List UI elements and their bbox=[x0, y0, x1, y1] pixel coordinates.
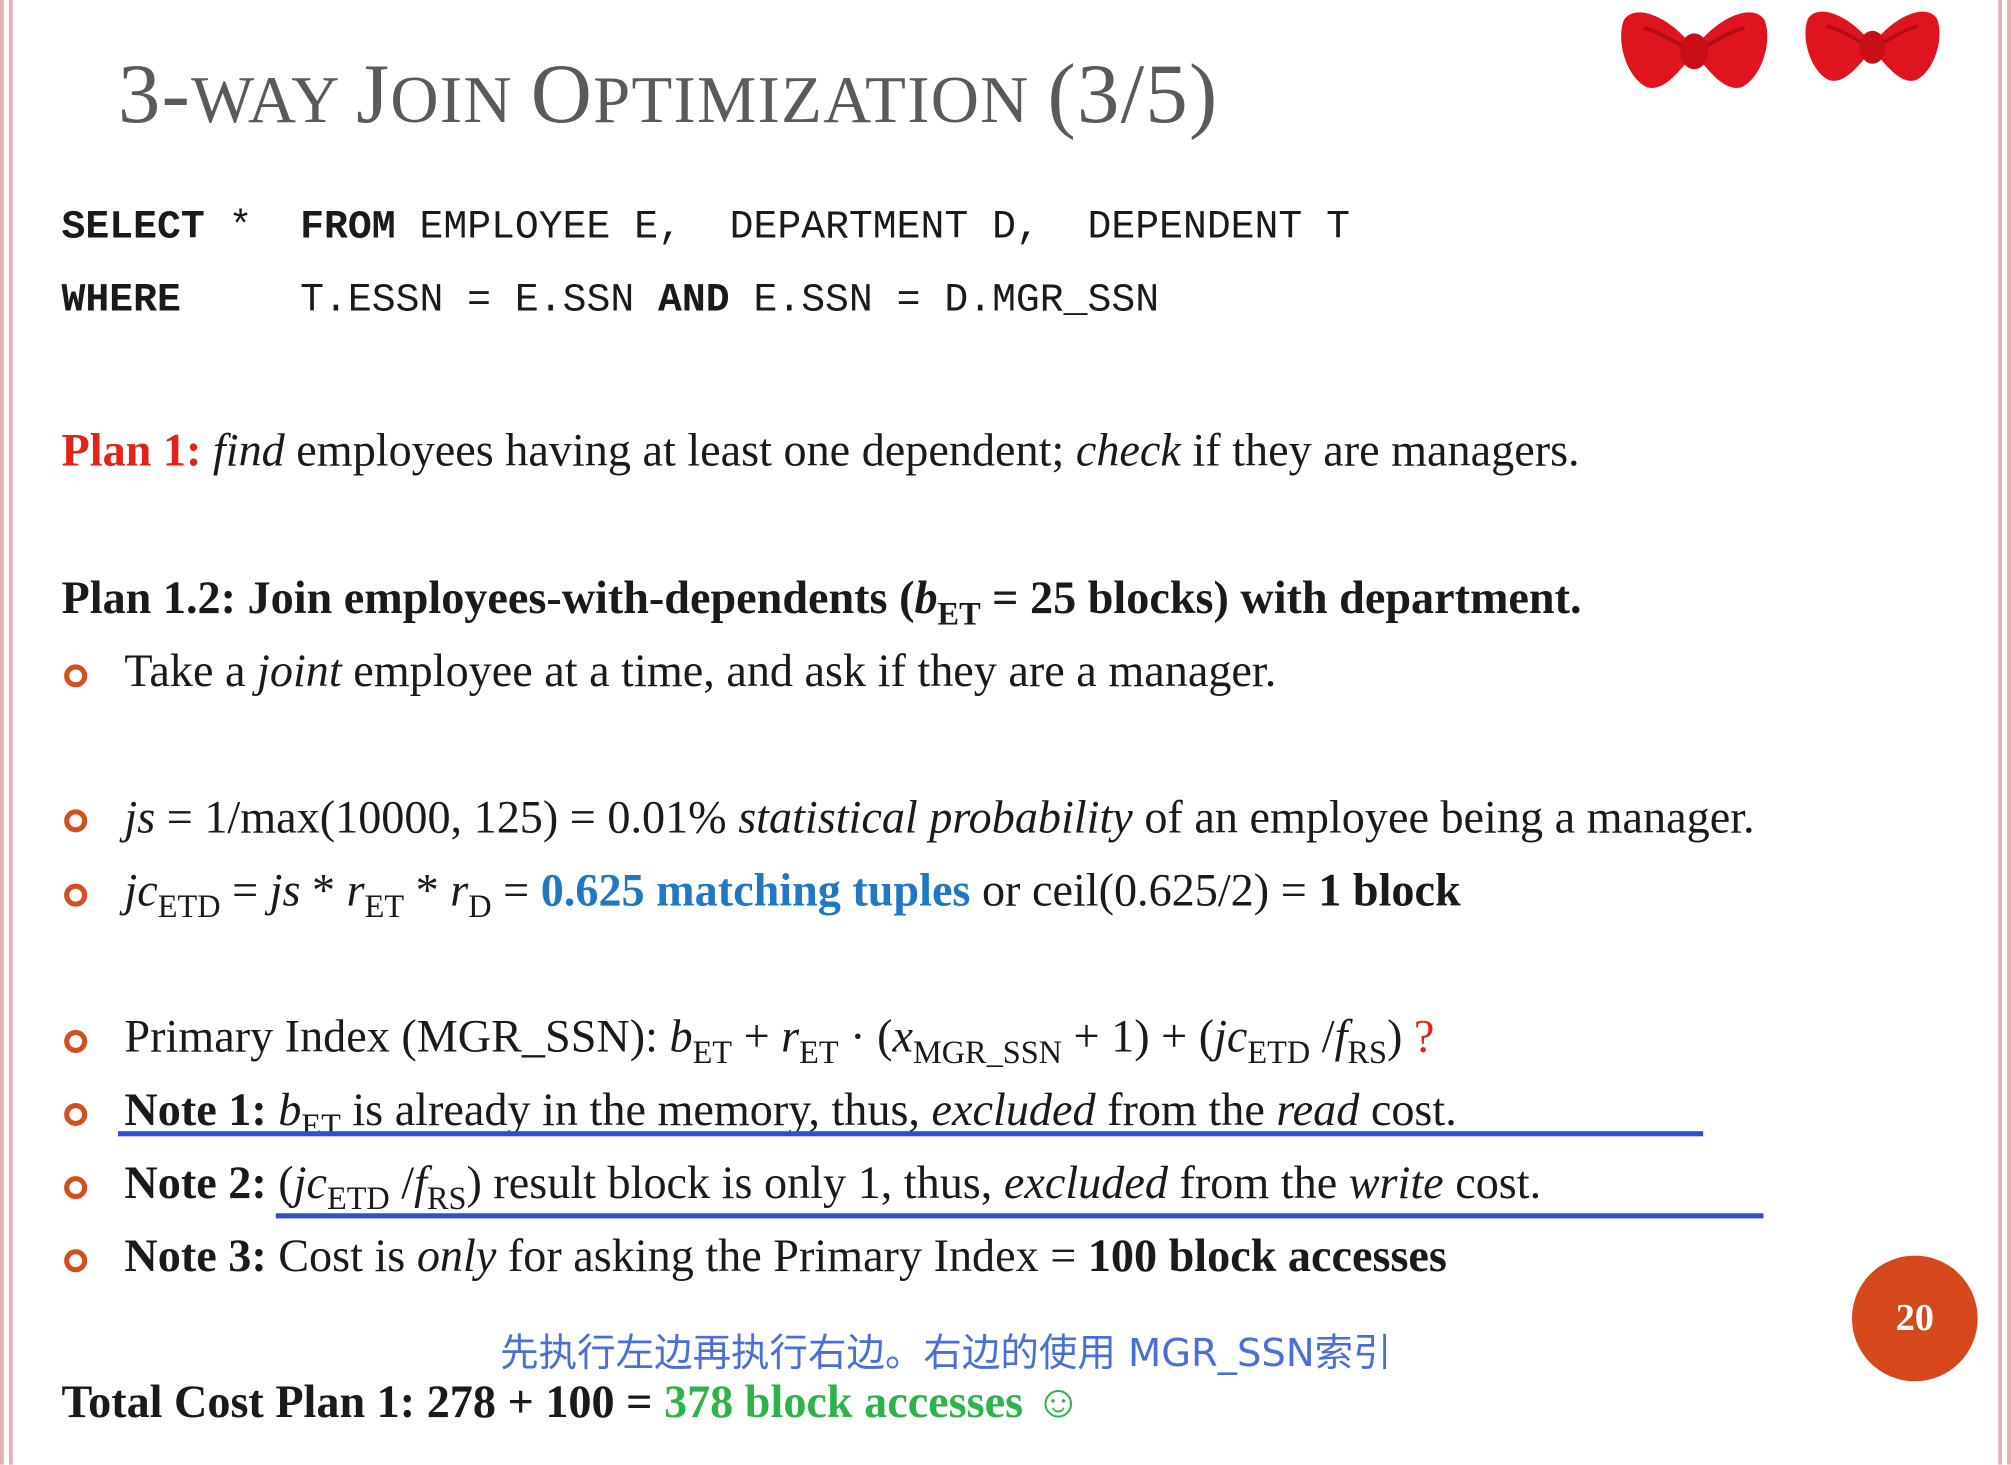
bullet-icon bbox=[64, 809, 88, 833]
total-cost-line: Total Cost Plan 1: 278 + 100 = 378 block… bbox=[61, 1376, 1082, 1428]
bullet-icon bbox=[64, 1249, 88, 1273]
bullet-icon bbox=[64, 1102, 88, 1127]
bullet-icon bbox=[64, 664, 88, 688]
red-bow-icon bbox=[1805, 11, 1940, 81]
bullet-js: js = 1/max(10000, 125) = 0.01% statistic… bbox=[124, 791, 1755, 843]
right-border-decoration bbox=[1998, 0, 2011, 1465]
left-border-decoration bbox=[0, 0, 13, 1465]
bullet-primary-index: Primary Index (MGR_SSN): bET + rET · (xM… bbox=[124, 1010, 1435, 1071]
slide-title: 3-WAY JOIN OPTIMIZATION (3/5) bbox=[117, 47, 1219, 142]
bullet-take-joint: Take a joint employee at a time, and ask… bbox=[124, 645, 1277, 697]
page-number-badge: 20 bbox=[1851, 1255, 1978, 1382]
note1-underline bbox=[117, 1131, 1704, 1137]
sql-select-line: SELECT * FROM EMPLOYEE E, DEPARTMENT D, … bbox=[61, 205, 1350, 251]
bullet-jc: jcETD = js * rET * rD = 0.625 matching t… bbox=[124, 864, 1461, 925]
plan1-line: Plan 1: find employees having at least o… bbox=[61, 424, 1580, 476]
bullet-icon bbox=[64, 1029, 88, 1053]
slide: 3-WAY JOIN OPTIMIZATION (3/5) SELECT * F… bbox=[0, 0, 2011, 1465]
bullet-icon bbox=[64, 1176, 88, 1200]
sql-where-line: WHERE T.ESSN = E.SSN AND E.SSN = D.MGR_S… bbox=[61, 278, 1160, 324]
red-bow-icon bbox=[1621, 12, 1768, 88]
bullet-note2: Note 2: (jcETD /fRS) result block is onl… bbox=[124, 1156, 1542, 1217]
handwritten-annotation: 先执行左边再执行右边。右边的使用 MGR_SSN索引 bbox=[500, 1331, 1392, 1377]
bullet-note1: Note 1: bET is already in the memory, th… bbox=[124, 1083, 1457, 1144]
note2-underline bbox=[275, 1213, 1764, 1219]
bullet-note3: Note 3: Cost is only for asking the Prim… bbox=[124, 1229, 1447, 1282]
plan12-heading: Plan 1.2: Join employees-with-dependents… bbox=[61, 572, 1582, 633]
bullet-icon bbox=[64, 883, 88, 907]
